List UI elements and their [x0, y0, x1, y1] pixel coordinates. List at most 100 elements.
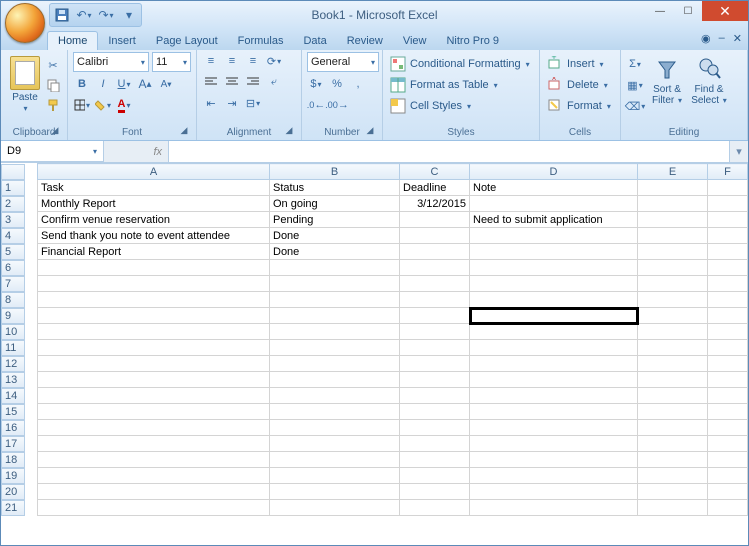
cell-F14[interactable]	[708, 388, 748, 404]
cell-A5[interactable]: Financial Report	[38, 244, 270, 260]
increase-indent-icon[interactable]: ⇥	[223, 94, 241, 112]
insert-cells-button[interactable]: +Insert ▾	[545, 55, 615, 73]
cell-E19[interactable]	[638, 468, 708, 484]
cell-B10[interactable]	[270, 324, 400, 340]
col-header-E[interactable]: E	[638, 164, 708, 180]
number-format-combo[interactable]: General▾	[307, 52, 379, 72]
row-header-6[interactable]: 6	[1, 260, 25, 276]
cell-A14[interactable]	[38, 388, 270, 404]
underline-icon[interactable]: U▾	[115, 75, 133, 93]
row-header-10[interactable]: 10	[1, 324, 25, 340]
cell-D8[interactable]	[470, 292, 638, 308]
number-launcher-icon[interactable]: ◢	[363, 124, 377, 138]
cell-F15[interactable]	[708, 404, 748, 420]
cell-E17[interactable]	[638, 436, 708, 452]
cell-B18[interactable]	[270, 452, 400, 468]
cell-A19[interactable]	[38, 468, 270, 484]
cell-C15[interactable]	[400, 404, 470, 420]
cell-D13[interactable]	[470, 372, 638, 388]
cell-E16[interactable]	[638, 420, 708, 436]
workbook-close-icon[interactable]: ✕	[733, 32, 742, 45]
cell-F10[interactable]	[708, 324, 748, 340]
cell-B19[interactable]	[270, 468, 400, 484]
align-bottom-icon[interactable]: ≡	[244, 52, 262, 70]
cell-B8[interactable]	[270, 292, 400, 308]
cell-E18[interactable]	[638, 452, 708, 468]
cell-styles-button[interactable]: Cell Styles ▾	[388, 97, 534, 115]
conditional-formatting-button[interactable]: Conditional Formatting ▾	[388, 55, 534, 73]
tab-data[interactable]: Data	[293, 32, 336, 50]
row-header-1[interactable]: 1	[1, 180, 25, 196]
row-header-14[interactable]: 14	[1, 388, 25, 404]
cell-D5[interactable]	[470, 244, 638, 260]
row-header-17[interactable]: 17	[1, 436, 25, 452]
cut-icon[interactable]: ✂	[44, 56, 62, 74]
cell-B16[interactable]	[270, 420, 400, 436]
cell-E3[interactable]	[638, 212, 708, 228]
cell-A2[interactable]: Monthly Report	[38, 196, 270, 212]
cell-F16[interactable]	[708, 420, 748, 436]
select-all-corner[interactable]	[1, 164, 25, 180]
cell-E11[interactable]	[638, 340, 708, 356]
cell-D18[interactable]	[470, 452, 638, 468]
cell-E10[interactable]	[638, 324, 708, 340]
cell-E8[interactable]	[638, 292, 708, 308]
cell-C19[interactable]	[400, 468, 470, 484]
row-header-16[interactable]: 16	[1, 420, 25, 436]
row-header-4[interactable]: 4	[1, 228, 25, 244]
tab-nitro[interactable]: Nitro Pro 9	[436, 32, 509, 50]
col-header-B[interactable]: B	[270, 164, 400, 180]
cell-D1[interactable]: Note	[470, 180, 638, 196]
cell-A6[interactable]	[38, 260, 270, 276]
align-left-icon[interactable]	[202, 73, 220, 91]
minimize-button[interactable]: —	[646, 1, 674, 21]
cell-F6[interactable]	[708, 260, 748, 276]
cell-B14[interactable]	[270, 388, 400, 404]
format-as-table-button[interactable]: Format as Table ▾	[388, 76, 534, 94]
cell-E14[interactable]	[638, 388, 708, 404]
cell-A15[interactable]	[38, 404, 270, 420]
cell-E6[interactable]	[638, 260, 708, 276]
cell-F8[interactable]	[708, 292, 748, 308]
row-header-7[interactable]: 7	[1, 276, 25, 292]
cell-D16[interactable]	[470, 420, 638, 436]
cell-F4[interactable]	[708, 228, 748, 244]
format-cells-button[interactable]: Format ▾	[545, 97, 615, 115]
increase-decimal-icon[interactable]: .0←	[307, 96, 325, 114]
fill-color-icon[interactable]: ▾	[94, 96, 112, 114]
cell-F5[interactable]	[708, 244, 748, 260]
maximize-button[interactable]: ☐	[674, 1, 702, 21]
cell-C18[interactable]	[400, 452, 470, 468]
name-box[interactable]: D9▾	[1, 141, 104, 162]
cell-B2[interactable]: On going	[270, 196, 400, 212]
tab-review[interactable]: Review	[337, 32, 393, 50]
cell-B3[interactable]: Pending	[270, 212, 400, 228]
cell-F3[interactable]	[708, 212, 748, 228]
cell-A7[interactable]	[38, 276, 270, 292]
cell-A21[interactable]	[38, 500, 270, 516]
tab-page-layout[interactable]: Page Layout	[146, 32, 228, 50]
cell-F13[interactable]	[708, 372, 748, 388]
cell-A1[interactable]: Task	[38, 180, 270, 196]
cell-D21[interactable]	[470, 500, 638, 516]
cell-F20[interactable]	[708, 484, 748, 500]
row-header-19[interactable]: 19	[1, 468, 25, 484]
row-header-5[interactable]: 5	[1, 244, 25, 260]
orientation-icon[interactable]: ⟳▾	[265, 52, 283, 70]
row-header-13[interactable]: 13	[1, 372, 25, 388]
cell-F19[interactable]	[708, 468, 748, 484]
cell-E12[interactable]	[638, 356, 708, 372]
clipboard-launcher-icon[interactable]: ◢	[48, 124, 62, 138]
alignment-launcher-icon[interactable]: ◢	[282, 124, 296, 138]
font-launcher-icon[interactable]: ◢	[177, 124, 191, 138]
cell-E1[interactable]	[638, 180, 708, 196]
cell-F18[interactable]	[708, 452, 748, 468]
cell-F2[interactable]	[708, 196, 748, 212]
decrease-decimal-icon[interactable]: .00→	[328, 96, 346, 114]
cell-E15[interactable]	[638, 404, 708, 420]
cell-C4[interactable]	[400, 228, 470, 244]
cell-A11[interactable]	[38, 340, 270, 356]
paste-button[interactable]: Paste▾	[6, 52, 44, 114]
row-header-20[interactable]: 20	[1, 484, 25, 500]
cell-C7[interactable]	[400, 276, 470, 292]
